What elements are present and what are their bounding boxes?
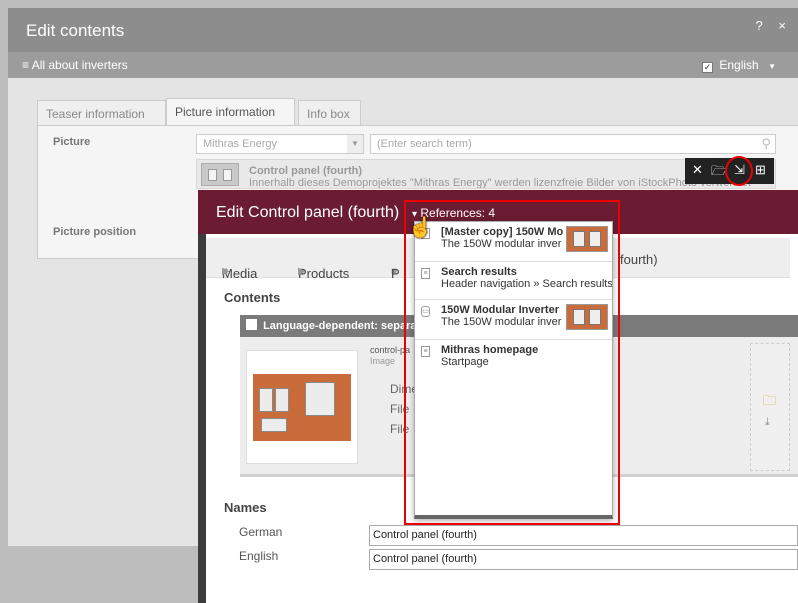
hand-cursor-icon: ☝ [408,217,433,239]
language-checkbox[interactable]: ✓ [702,62,714,73]
menu-icon[interactable]: ≡ [22,58,29,72]
download-icon[interactable]: ⤓ [765,416,770,429]
outer-dialog-header: Edit contents ? × [8,8,798,52]
picture-search-input[interactable]: (Enter search term) ⚲ [370,134,776,154]
picture-thumbnail [201,163,239,186]
picture-source-value: Mithras Energy [203,138,277,150]
tab-info-box[interactable]: Info box [298,100,361,125]
chevron-down-icon[interactable]: ▼ [768,62,776,71]
picture-label: Picture [53,136,91,148]
add-new-icon[interactable]: ⊞ [755,162,766,178]
picture-source-select[interactable]: Mithras Energy ▼ [196,134,364,154]
folder-icon[interactable]: 🗀 [763,392,776,414]
close-icon[interactable]: × [778,18,792,33]
contents-heading: Contents [224,290,281,305]
picture-position-label: Picture position [53,226,137,238]
name-label-english: English [239,549,279,563]
chevron-down-icon[interactable]: ▼ [347,135,363,153]
tab-picture-information[interactable]: Picture information [166,98,295,125]
language-selector[interactable]: ✓ English ▼ [702,58,776,73]
chevron-right-icon: ▶ [298,266,306,277]
image-type: Image [370,356,396,366]
picture-item-name: Control panel (fourth) [249,165,363,177]
search-icon[interactable]: ⚲ [761,136,771,152]
image-preview-card[interactable] [246,350,358,464]
highlight-circle [725,156,753,186]
outer-dialog-title: Edit contents [26,21,125,40]
language-label: English [719,58,759,72]
outer-dialog-controls: ? × [756,18,792,33]
help-icon[interactable]: ? [756,18,769,33]
picture-item-description: Innerhalb dieses Demoprojektes "Mithras … [249,177,751,189]
name-field-german[interactable]: Control panel (fourth) [369,525,798,546]
breadcrumb-item-current: fourth) [620,252,658,267]
remove-icon[interactable]: ✕ [692,162,703,178]
inner-dialog-title: Edit Control panel (fourth) [216,204,400,221]
name-label-german: German [239,525,283,539]
subbar-title: ≡ All about inverters [22,58,128,72]
control-panel-image [253,374,351,441]
tab-teaser-information[interactable]: Teaser information [37,100,166,125]
outer-subbar: ≡ All about inverters ✓ English ▼ [8,52,798,78]
names-heading: Names [224,500,267,515]
language-dependent-label: Language-dependent: separate [263,320,427,332]
outer-dialog-footer [8,546,198,603]
chevron-right-icon: ▶ [222,266,230,277]
highlight-box [404,200,620,525]
name-field-english[interactable]: Control panel (fourth) [369,549,798,570]
breadcrumb-label: P [391,266,400,281]
search-placeholder: (Enter search term) [377,138,472,150]
subbar-title-text: All about inverters [31,58,128,72]
language-dependent-checkbox[interactable] [246,319,257,330]
upload-drop-zone[interactable]: 🗀 ⤓ [750,343,790,471]
